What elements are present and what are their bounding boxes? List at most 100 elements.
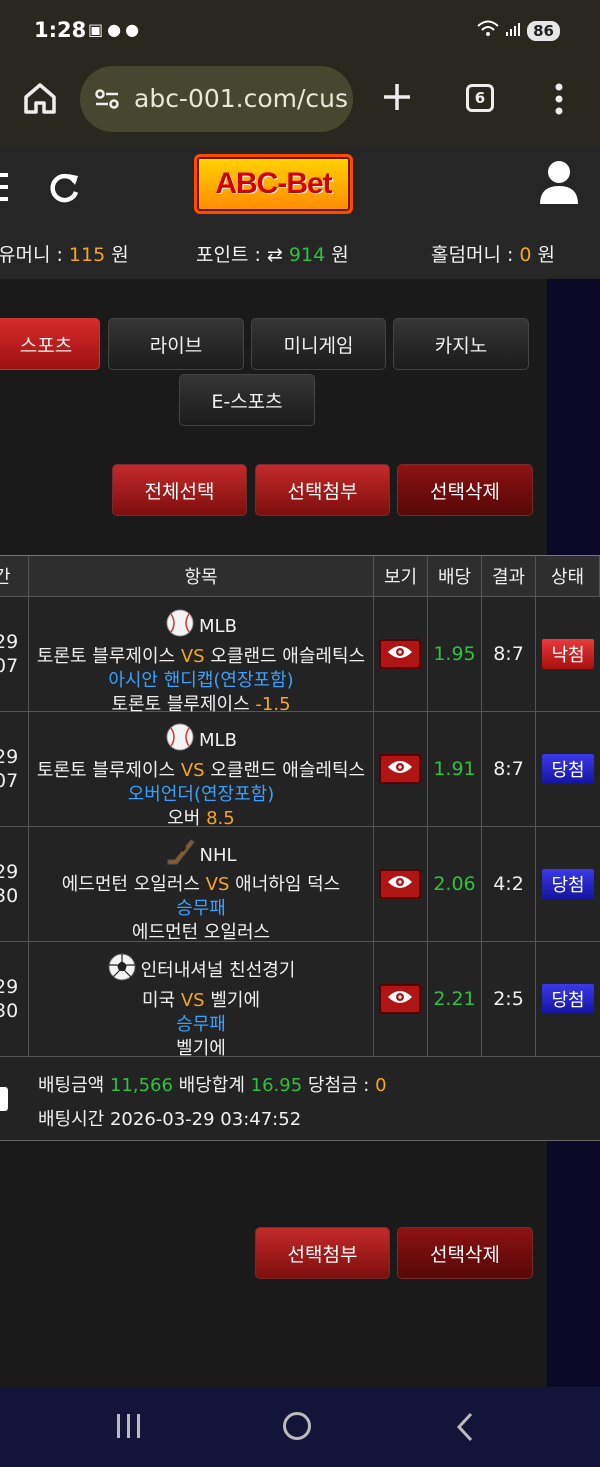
row-date: 29 07 xyxy=(0,631,19,677)
tab-sports[interactable]: 스포츠 xyxy=(0,318,100,370)
odds-value: 1.95 xyxy=(433,643,476,665)
attach-selected-button-bottom[interactable]: 선택첨부 xyxy=(255,1227,390,1279)
odds-total: 16.95 xyxy=(250,1075,303,1096)
col-header-time: 간 xyxy=(0,555,29,597)
col-divider xyxy=(373,597,374,1057)
baseball-icon xyxy=(165,722,195,759)
tab-minigame[interactable]: 미니게임 xyxy=(251,318,386,370)
refresh-icon[interactable] xyxy=(46,170,82,206)
wifi-icon xyxy=(477,20,499,42)
site-settings-icon[interactable] xyxy=(94,87,120,111)
market-name: 오버언더(연장포함) xyxy=(127,784,275,805)
market-name: 승무패 xyxy=(176,898,226,919)
logo-text: ABC-Bet xyxy=(215,167,332,200)
select-all-button[interactable]: 전체선택 xyxy=(112,464,247,516)
bet-amount: 11,566 xyxy=(109,1075,173,1096)
system-home-icon[interactable] xyxy=(283,1412,311,1440)
bet-item: MLB 토론토 블루제이스 VS 오클랜드 애슬레틱스 오버언더(연장포함) 오… xyxy=(29,722,373,831)
status-badge: 낙첨 xyxy=(542,639,594,669)
attach-selected-button[interactable]: 선택첨부 xyxy=(255,464,390,516)
summary-amounts: 배팅금액 11,566 배당합계 16.95 당첨금 : 0 xyxy=(38,1075,387,1096)
market-name: 승무패 xyxy=(176,1014,226,1035)
score: 8:7 xyxy=(493,643,524,665)
eye-icon xyxy=(387,759,413,779)
tab-switcher-button[interactable]: 6 xyxy=(466,84,494,112)
league-name: MLB xyxy=(199,729,237,751)
eye-icon xyxy=(387,989,413,1009)
bet-item: 인터내셔널 친선경기 미국 VS 벨기에 승무패 벨기에 xyxy=(29,952,373,1061)
pick: 오버 8.5 xyxy=(167,808,235,829)
market-name: 아시안 핸디캡(연장포함) xyxy=(108,670,294,691)
overflow-menu-icon[interactable] xyxy=(552,82,566,116)
holdem-value: 0 xyxy=(519,244,532,266)
col-divider xyxy=(535,597,536,1057)
signal-icon xyxy=(505,21,521,41)
row-date: 29 30 xyxy=(0,976,19,1022)
hockey-icon xyxy=(165,838,196,873)
bet-time: 배팅시간 2026-03-29 03:47:52 xyxy=(38,1109,302,1130)
status-badge: 당첨 xyxy=(542,869,594,899)
url-bar[interactable]: abc-001.com/cus xyxy=(80,66,353,132)
col-header-view: 보기 xyxy=(374,555,428,597)
system-nav-bar xyxy=(0,1387,600,1467)
score: 4:2 xyxy=(493,873,524,895)
row-date: 29 30 xyxy=(0,861,19,907)
battery-badge: 86 xyxy=(527,21,560,41)
league-name: MLB xyxy=(199,615,237,637)
view-detail-button[interactable] xyxy=(379,984,421,1014)
url-text[interactable]: abc-001.com/cus xyxy=(134,84,348,113)
notification-icons: ▣●● xyxy=(88,20,144,39)
bet-item: MLB 토론토 블루제이스 VS 오클랜드 애슬레틱스 아시안 핸디캡(연장포함… xyxy=(29,608,373,717)
home-icon[interactable] xyxy=(20,78,60,118)
league-name: 인터내셔널 친선경기 xyxy=(140,959,296,981)
view-detail-button[interactable] xyxy=(379,754,421,784)
col-header-item: 항목 xyxy=(29,555,374,597)
bet-item: NHL 에드먼턴 오일러스 VS 애너하임 덕스 승무패 에드먼턴 오일러스 xyxy=(29,838,373,945)
eye-icon xyxy=(387,874,413,894)
status-bar: 1:28 ▣●● 86 xyxy=(0,0,600,60)
tab-live[interactable]: 라이브 xyxy=(108,318,244,370)
col-header-status: 상태 xyxy=(536,555,600,597)
status-badge: 당첨 xyxy=(542,984,594,1014)
matchup: 미국 VS 벨기에 xyxy=(141,990,261,1011)
pick: 토론토 블루제이스 -1.5 xyxy=(111,694,291,715)
matchup: 토론토 블루제이스 VS 오클랜드 애슬레틱스 xyxy=(36,646,366,667)
points-balance: 포인트 : ⇄ 914 원 xyxy=(196,244,349,266)
money-value: 115 xyxy=(68,244,106,266)
bet-summary: 배팅금액 11,566 배당합계 16.95 당첨금 : 0 배팅시간 2026… xyxy=(0,1057,600,1141)
status-badge: 당첨 xyxy=(542,754,594,784)
col-header-result: 결과 xyxy=(482,555,536,597)
baseball-icon xyxy=(165,608,195,645)
odds-value: 2.21 xyxy=(433,988,476,1010)
col-header-odds: 배당 xyxy=(428,555,482,597)
score: 8:7 xyxy=(493,758,524,780)
view-detail-button[interactable] xyxy=(379,869,421,899)
view-detail-button[interactable] xyxy=(379,639,421,669)
back-icon[interactable] xyxy=(455,1412,475,1442)
soccer-ball-icon xyxy=(107,952,137,989)
odds-value: 1.91 xyxy=(433,758,476,780)
recent-apps-icon[interactable] xyxy=(116,1414,142,1438)
tab-esports[interactable]: E-스포츠 xyxy=(179,374,315,426)
user-profile-icon[interactable] xyxy=(538,160,580,206)
eye-icon xyxy=(387,644,413,664)
status-time: 1:28 xyxy=(34,18,87,42)
score: 2:5 xyxy=(493,988,524,1010)
exchange-icon[interactable]: ⇄ xyxy=(267,244,283,266)
matchup: 토론토 블루제이스 VS 오클랜드 애슬레틱스 xyxy=(36,760,366,781)
delete-selected-button-bottom[interactable]: 선택삭제 xyxy=(397,1227,533,1279)
odds-value: 2.06 xyxy=(433,873,476,895)
matchup: 에드먼턴 오일러스 VS 애너하임 덕스 xyxy=(61,874,341,895)
bet-select-checkbox[interactable] xyxy=(0,1087,8,1111)
status-right: 86 xyxy=(477,20,560,42)
row-date: 29 07 xyxy=(0,746,19,792)
pick: 에드먼턴 오일러스 xyxy=(131,922,271,943)
delete-selected-button[interactable]: 선택삭제 xyxy=(397,464,533,516)
league-name: NHL xyxy=(199,844,237,866)
new-tab-plus-icon[interactable] xyxy=(382,82,412,112)
points-value: 914 xyxy=(288,244,326,266)
win-amount: 0 xyxy=(375,1075,387,1096)
site-logo[interactable]: ABC-Bet xyxy=(194,154,353,214)
hamburger-menu-icon[interactable] xyxy=(0,173,10,201)
tab-casino[interactable]: 카지노 xyxy=(393,318,529,370)
